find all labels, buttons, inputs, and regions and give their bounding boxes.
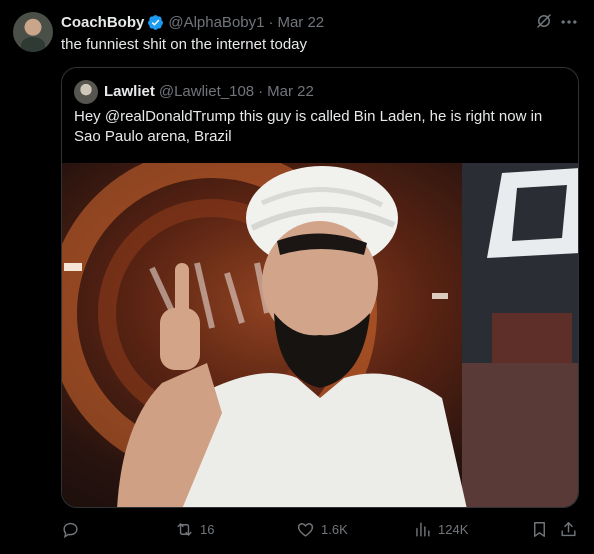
author-handle[interactable]: @AlphaBoby1 [168,14,264,31]
quoted-date[interactable]: Mar 22 [267,83,314,100]
separator-dot: · [268,13,274,31]
share-button[interactable] [559,518,578,540]
like-icon [297,522,314,537]
quoted-author-avatar[interactable] [74,80,98,104]
quoted-tweet[interactable]: Lawliet @Lawliet_108 · Mar 22 Hey @realD… [61,67,579,508]
like-button[interactable]: 1.6K [296,518,348,540]
quoted-text: Hey @realDonaldTrump this guy is called … [74,108,543,145]
tweet-text: the funniest shit on the internet today [61,36,307,53]
bookmark-icon [534,521,545,537]
photo-illustration [62,163,578,507]
grok-icon[interactable] [535,12,553,30]
tweet-date[interactable]: Mar 22 [277,14,324,31]
retweet-count: 16 [200,521,215,537]
quoted-separator-dot: · [258,82,264,100]
tweet[interactable]: CoachBoby @AlphaBoby1 · Mar 22 the funni… [0,0,594,554]
action-bar: 16 1.6K 124K [0,514,594,544]
verified-badge-icon [148,14,164,30]
more-icon[interactable] [559,12,579,32]
author-avatar[interactable] [13,12,53,52]
retweet-button[interactable]: 16 [175,518,214,540]
reply-icon [63,522,78,538]
views-count: 124K [438,521,469,537]
author-name[interactable]: CoachBoby [61,14,144,31]
views-icon [416,521,430,537]
retweet-icon [177,522,192,536]
views-button[interactable]: 124K [413,518,468,540]
quoted-author-name[interactable]: Lawliet [104,83,155,100]
quoted-photo[interactable] [62,163,578,507]
share-icon [561,521,576,536]
reply-button[interactable] [61,518,86,540]
bookmark-button[interactable] [530,518,549,540]
quoted-header: Lawliet @Lawliet_108 · Mar 22 [104,81,314,101]
like-count: 1.6K [321,521,348,537]
tweet-header: CoachBoby @AlphaBoby1 · Mar 22 [61,12,324,32]
quoted-author-handle[interactable]: @Lawliet_108 [159,83,254,100]
